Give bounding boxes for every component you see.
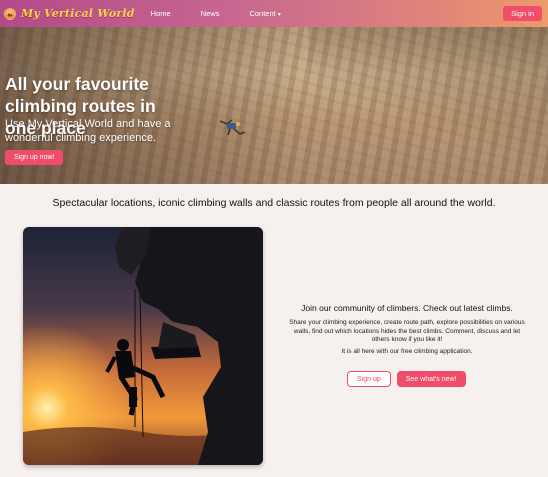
sunset-mountain-icon — [4, 7, 16, 20]
sunset-climber-photo — [23, 227, 263, 465]
sign-up-button[interactable]: Sign up — [347, 371, 391, 387]
nav-news[interactable]: News — [201, 9, 220, 18]
logo[interactable]: My Vertical World — [4, 7, 135, 20]
main-nav: Home News Content ▾ — [151, 9, 311, 18]
community-body: Share your climbing experience, create r… — [289, 319, 525, 343]
top-nav-bar: My Vertical World Home News Content ▾ Sig… — [0, 0, 548, 27]
logo-text: My Vertical World — [21, 7, 135, 20]
hero-banner: All your favourite climbing routes in on… — [0, 27, 548, 184]
sign-in-button[interactable]: Sign in — [503, 6, 542, 21]
community-actions: Sign up See what's new! — [347, 371, 466, 387]
community-body-2: It is all here with our free climbing ap… — [341, 347, 473, 355]
see-whats-new-button[interactable]: See what's new! — [396, 371, 466, 387]
nav-home[interactable]: Home — [151, 9, 171, 18]
hero-rock-texture — [308, 27, 548, 184]
community-heading: Join our community of climbers. Check ou… — [301, 303, 513, 313]
tagline: Spectacular locations, iconic climbing w… — [52, 197, 496, 209]
sign-up-now-button[interactable]: Sign up now! — [5, 150, 64, 165]
community-section: Join our community of climbers. Check ou… — [284, 303, 530, 356]
chevron-down-icon: ▾ — [277, 12, 281, 18]
climber-figure — [219, 119, 246, 136]
nav-content-label: Content — [249, 9, 276, 18]
nav-content[interactable]: Content ▾ — [249, 9, 280, 18]
hero-subtitle: Use My Vertical World and have a wonderf… — [5, 118, 171, 144]
